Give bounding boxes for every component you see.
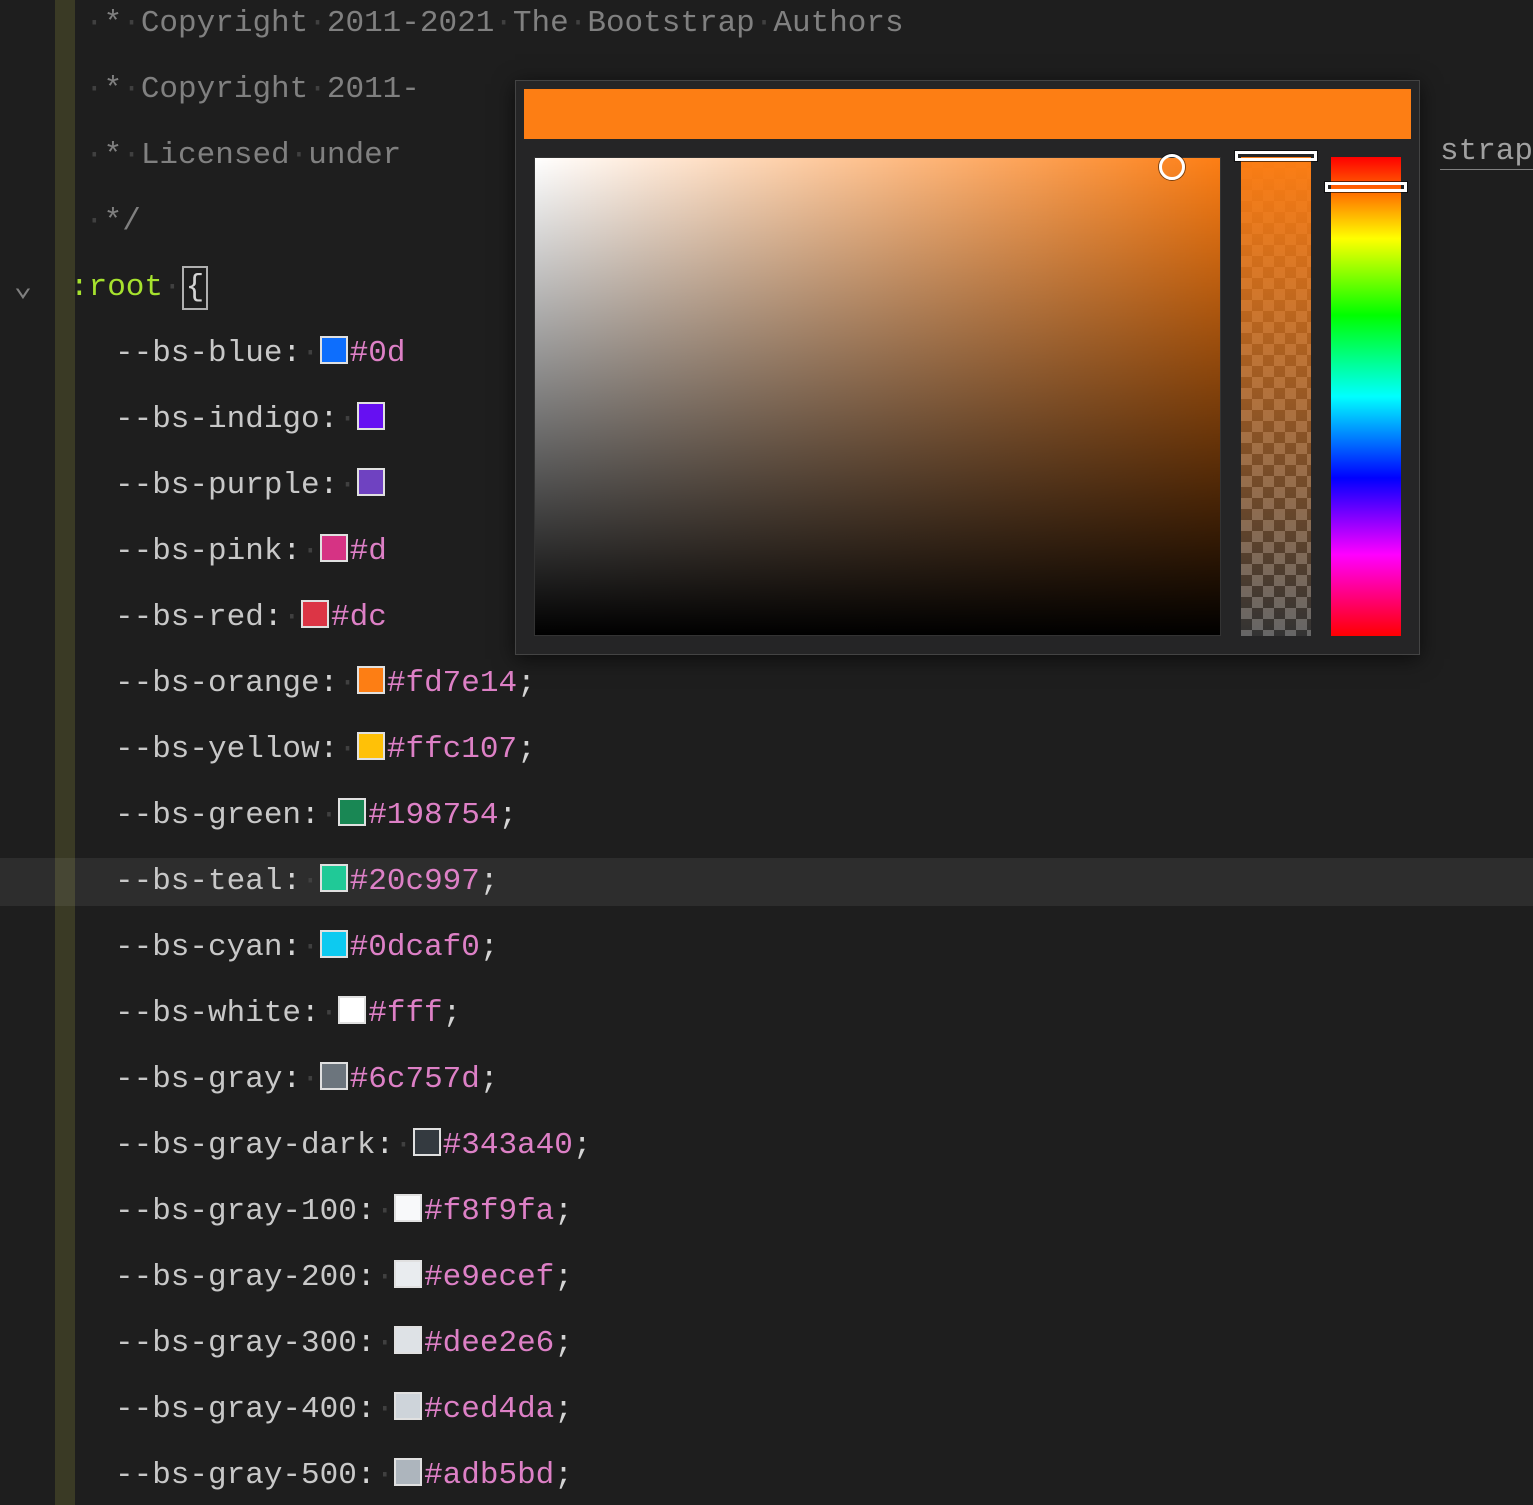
hue-thumb[interactable] (1325, 182, 1407, 192)
alpha-slider[interactable] (1241, 157, 1311, 636)
css-var-line[interactable]: --bs-yellow:·#ffc107; (0, 726, 1533, 774)
color-swatch[interactable] (320, 1062, 348, 1090)
color-swatch[interactable] (357, 402, 385, 430)
color-swatch[interactable] (320, 336, 348, 364)
color-swatch[interactable] (338, 996, 366, 1024)
color-swatch[interactable] (357, 666, 385, 694)
color-swatch[interactable] (394, 1194, 422, 1222)
color-swatch[interactable] (320, 864, 348, 892)
css-var-line[interactable]: --bs-gray-400:·#ced4da; (0, 1386, 1533, 1434)
sv-black-overlay (535, 158, 1220, 635)
hue-slider[interactable] (1331, 157, 1401, 636)
css-var-line[interactable]: --bs-gray-200:·#e9ecef; (0, 1254, 1533, 1302)
color-swatch[interactable] (357, 732, 385, 760)
brace-open: { (182, 266, 209, 310)
color-picker-popup[interactable] (515, 80, 1420, 655)
css-var-line[interactable]: --bs-gray-dark:·#343a40; (0, 1122, 1533, 1170)
color-swatch[interactable] (320, 534, 348, 562)
css-var-line[interactable]: --bs-teal:·#20c997; (0, 858, 1533, 906)
color-swatch[interactable] (357, 468, 385, 496)
color-swatch[interactable] (301, 600, 329, 628)
color-swatch[interactable] (394, 1326, 422, 1354)
background-link[interactable]: strap (1440, 134, 1533, 170)
css-var-line[interactable]: --bs-gray:·#6c757d; (0, 1056, 1533, 1104)
color-swatch[interactable] (394, 1392, 422, 1420)
fold-caret-icon[interactable]: ⌄ (8, 264, 38, 312)
alpha-fill (1241, 157, 1311, 636)
css-var-line[interactable]: --bs-green:·#198754; (0, 792, 1533, 840)
color-swatch[interactable] (394, 1458, 422, 1486)
css-var-line[interactable]: --bs-gray-100:·#f8f9fa; (0, 1188, 1533, 1236)
comment-line[interactable]: ·*·Copyright·2011-2021·The·Bootstrap·Aut… (0, 0, 1533, 48)
sv-thumb[interactable] (1159, 154, 1185, 180)
css-var-line[interactable]: --bs-gray-300:·#dee2e6; (0, 1320, 1533, 1368)
alpha-thumb[interactable] (1235, 151, 1317, 161)
css-var-line[interactable]: --bs-gray-500:·#adb5bd; (0, 1452, 1533, 1500)
color-picker-header (524, 89, 1411, 139)
color-swatch[interactable] (320, 930, 348, 958)
color-swatch[interactable] (413, 1128, 441, 1156)
css-var-line[interactable]: --bs-cyan:·#0dcaf0; (0, 924, 1533, 972)
css-var-line[interactable]: --bs-white:·#fff; (0, 990, 1533, 1038)
saturation-value-area[interactable] (534, 157, 1221, 636)
css-var-line[interactable]: --bs-orange:·#fd7e14; (0, 660, 1533, 708)
color-swatch[interactable] (394, 1260, 422, 1288)
code-editor[interactable]: ·*·Copyright·2011-2021·The·Bootstrap·Aut… (0, 0, 1533, 1505)
color-swatch[interactable] (338, 798, 366, 826)
